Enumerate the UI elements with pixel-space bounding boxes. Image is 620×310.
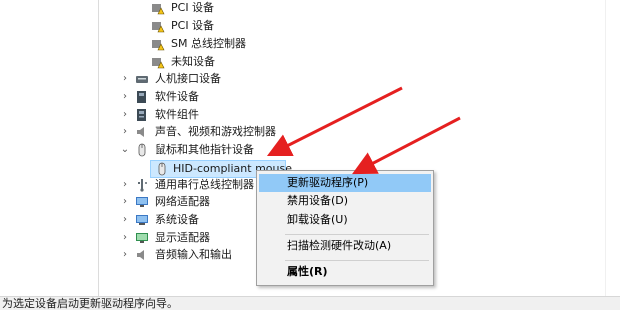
- tree-category-label: 人机接口设备: [155, 72, 221, 85]
- menu-item-scan-hardware[interactable]: 扫描检测硬件改动(A): [259, 237, 431, 255]
- warning-device-icon: [152, 4, 165, 15]
- menu-item-label: 更新驱动程序(P): [287, 176, 369, 189]
- tree-item-label: PCI 设备: [171, 1, 215, 14]
- tree-item-pci-device-2[interactable]: PCI 设备: [151, 17, 271, 35]
- tree-category-label: 声音、视频和游戏控制器: [155, 125, 276, 138]
- usb-icon: [138, 179, 147, 192]
- warning-device-icon: [152, 58, 165, 69]
- tree-item-pci-device-1[interactable]: PCI 设备: [151, 0, 271, 17]
- software-device-icon: [137, 91, 146, 103]
- tree-category-hid[interactable]: › 人机接口设备: [99, 70, 399, 88]
- tree-category-system[interactable]: › 系统设备: [99, 211, 254, 229]
- tree-category-label: 通用串行总线控制器: [155, 178, 254, 191]
- chevron-right-icon[interactable]: ›: [120, 70, 130, 88]
- mouse-icon: [158, 162, 166, 176]
- system-icon: [136, 215, 148, 225]
- chevron-right-icon[interactable]: ›: [120, 246, 130, 264]
- tree-category-mice[interactable]: ⌄ 鼠标和其他指针设备: [99, 141, 399, 159]
- network-icon: [136, 197, 148, 207]
- tree-category-label: 音频输入和输出: [155, 248, 232, 261]
- tree-item-label: PCI 设备: [171, 19, 215, 32]
- menu-item-label: 扫描检测硬件改动(A): [287, 239, 392, 252]
- menu-separator: [285, 260, 429, 261]
- navigation-pane: [0, 0, 98, 296]
- menu-item-label: 禁用设备(D): [287, 194, 349, 207]
- tree-item-label: 未知设备: [171, 55, 215, 68]
- tree-category-display[interactable]: › 显示适配器: [99, 229, 254, 247]
- chevron-right-icon[interactable]: ›: [120, 229, 130, 247]
- menu-item-label: 属性(R): [287, 265, 328, 278]
- menu-item-label: 卸载设备(U): [287, 213, 348, 226]
- tree-category-label: 系统设备: [155, 213, 199, 226]
- warning-device-icon: [152, 40, 165, 51]
- tree-category-label: 鼠标和其他指针设备: [155, 143, 254, 156]
- chevron-right-icon[interactable]: ›: [120, 211, 130, 229]
- menu-item-uninstall-device[interactable]: 卸载设备(U): [259, 211, 431, 229]
- chevron-right-icon[interactable]: ›: [120, 193, 130, 211]
- software-component-icon: [137, 109, 146, 121]
- audio-io-icon: [137, 250, 144, 260]
- tree-category-label: 网络适配器: [155, 195, 210, 208]
- tree-category-software-components[interactable]: › 软件组件: [99, 106, 399, 124]
- mouse-icon: [138, 143, 146, 157]
- tree-category-usb[interactable]: › 通用串行总线控制器: [99, 176, 259, 194]
- menu-item-disable-device[interactable]: 禁用设备(D): [259, 192, 431, 210]
- menu-separator: [285, 234, 429, 235]
- speaker-icon: [137, 127, 144, 137]
- tree-category-label: 软件组件: [155, 108, 199, 121]
- tree-item-sm-bus-controller[interactable]: SM 总线控制器: [151, 35, 271, 53]
- tree-category-label: 显示适配器: [155, 231, 210, 244]
- scrollbar[interactable]: [605, 0, 620, 296]
- status-bar: 为选定设备启动更新驱动程序向导。: [0, 296, 620, 310]
- hid-icon: [136, 76, 148, 83]
- tree-item-unknown-device[interactable]: 未知设备: [151, 53, 271, 71]
- status-text: 为选定设备启动更新驱动程序向导。: [2, 297, 178, 310]
- chevron-right-icon[interactable]: ›: [120, 176, 130, 194]
- tree-category-label: 软件设备: [155, 90, 199, 103]
- chevron-right-icon[interactable]: ›: [120, 123, 130, 141]
- menu-item-update-driver[interactable]: 更新驱动程序(P): [259, 174, 431, 192]
- context-menu: 更新驱动程序(P) 禁用设备(D) 卸载设备(U) 扫描检测硬件改动(A) 属性…: [256, 170, 434, 286]
- chevron-down-icon[interactable]: ⌄: [120, 141, 130, 159]
- tree-category-sound-video-game[interactable]: › 声音、视频和游戏控制器: [99, 123, 399, 141]
- tree-category-software-devices[interactable]: › 软件设备: [99, 88, 399, 106]
- tree-category-network[interactable]: › 网络适配器: [99, 193, 254, 211]
- warning-device-icon: [152, 22, 165, 33]
- display-icon: [136, 233, 148, 243]
- tree-item-label: SM 总线控制器: [171, 37, 246, 50]
- chevron-right-icon[interactable]: ›: [120, 106, 130, 124]
- menu-item-properties[interactable]: 属性(R): [259, 263, 431, 281]
- chevron-right-icon[interactable]: ›: [120, 88, 130, 106]
- tree-category-audio-io[interactable]: › 音频输入和输出: [99, 246, 254, 264]
